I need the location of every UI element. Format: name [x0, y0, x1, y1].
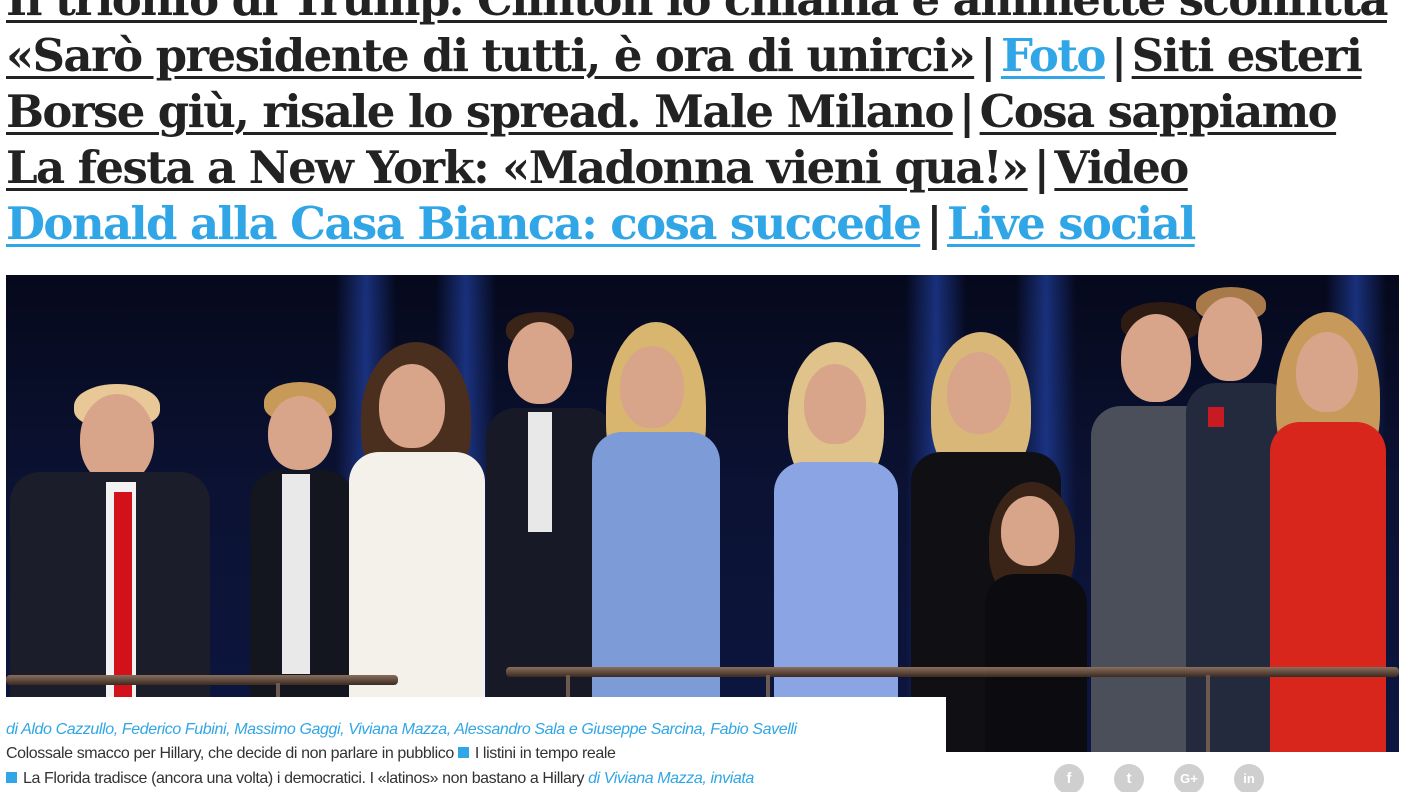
headline-quote-link[interactable]: «Sarò presidente di tutti, è ora di unir…: [6, 29, 976, 82]
facebook-icon[interactable]: f: [1054, 764, 1084, 792]
headline-separator: |: [980, 29, 996, 82]
bullet-square-icon: [457, 747, 469, 758]
caption-line-2: Colossale smacco per Hillary, che decide…: [6, 745, 616, 763]
headline-line-2: Borse giù, risale lo spread. Male Milano…: [6, 84, 1406, 140]
photo-figure: [981, 482, 1091, 752]
caption-line-3: La Florida tradisce (ancora una volta) i…: [6, 770, 754, 788]
photo-railing: [506, 667, 1399, 677]
main-photo[interactable]: [6, 275, 1399, 752]
photo-figure: [1268, 312, 1388, 752]
headline-block: Il trionfo di Trump. Clinton lo chiama e…: [6, 0, 1406, 252]
google-plus-icon[interactable]: G+: [1174, 764, 1204, 792]
author-link[interactable]: di Viviana Mazza, inviata: [588, 770, 754, 787]
headline-line-3: La festa a New York: «Madonna vieni qua!…: [6, 140, 1406, 196]
photo-figure: [766, 342, 906, 752]
headline-line-0[interactable]: Il trionfo di Trump. Clinton lo chiama e…: [6, 0, 1406, 28]
live-social-link[interactable]: Live social: [947, 197, 1196, 250]
twitter-icon[interactable]: t: [1114, 764, 1144, 792]
borse-link[interactable]: Borse giù, risale lo spread. Male Milano: [6, 85, 954, 138]
photo-figure: [6, 332, 216, 752]
linkedin-icon[interactable]: in: [1234, 764, 1264, 792]
video-link[interactable]: Video: [1054, 141, 1189, 194]
headline-separator: |: [1033, 141, 1050, 194]
headline-separator: |: [958, 85, 975, 138]
headline-line-4: Donald alla Casa Bianca: cosa succede | Li…: [6, 196, 1406, 252]
festa-new-york-link[interactable]: La festa a New York: «Madonna vieni qua!…: [6, 141, 1029, 194]
florida-story-link[interactable]: La Florida tradisce (ancora una volta) i…: [23, 770, 584, 787]
photo-railing: [6, 675, 398, 685]
photo-figure: [586, 322, 726, 752]
cosa-sappiamo-link[interactable]: Cosa sappiamo: [980, 85, 1338, 138]
hillary-story-link[interactable]: Colossale smacco per Hillary, che decide…: [6, 745, 454, 762]
headline-line-1: «Sarò presidente di tutti, è ora di unir…: [6, 28, 1406, 84]
share-bar: f t G+ in: [1054, 764, 1274, 792]
headline-main-link[interactable]: Il trionfo di Trump. Clinton lo chiama e…: [6, 0, 1389, 26]
headline-separator: |: [926, 197, 942, 250]
siti-esteri-link[interactable]: Siti esteri: [1132, 29, 1363, 82]
photo-figure: [341, 342, 491, 752]
photo-railing-post: [1206, 675, 1210, 752]
bullet-square-icon: [6, 772, 17, 783]
casa-bianca-link[interactable]: Donald alla Casa Bianca: cosa succede: [6, 197, 922, 250]
headline-separator: |: [1110, 29, 1127, 82]
photo-caption: di Aldo Cazzullo, Federico Fubini, Massi…: [0, 697, 946, 792]
authors-line[interactable]: di Aldo Cazzullo, Federico Fubini, Massi…: [6, 721, 797, 739]
listini-link[interactable]: I listini in tempo reale: [475, 745, 616, 762]
foto-link[interactable]: Foto: [1001, 29, 1107, 82]
